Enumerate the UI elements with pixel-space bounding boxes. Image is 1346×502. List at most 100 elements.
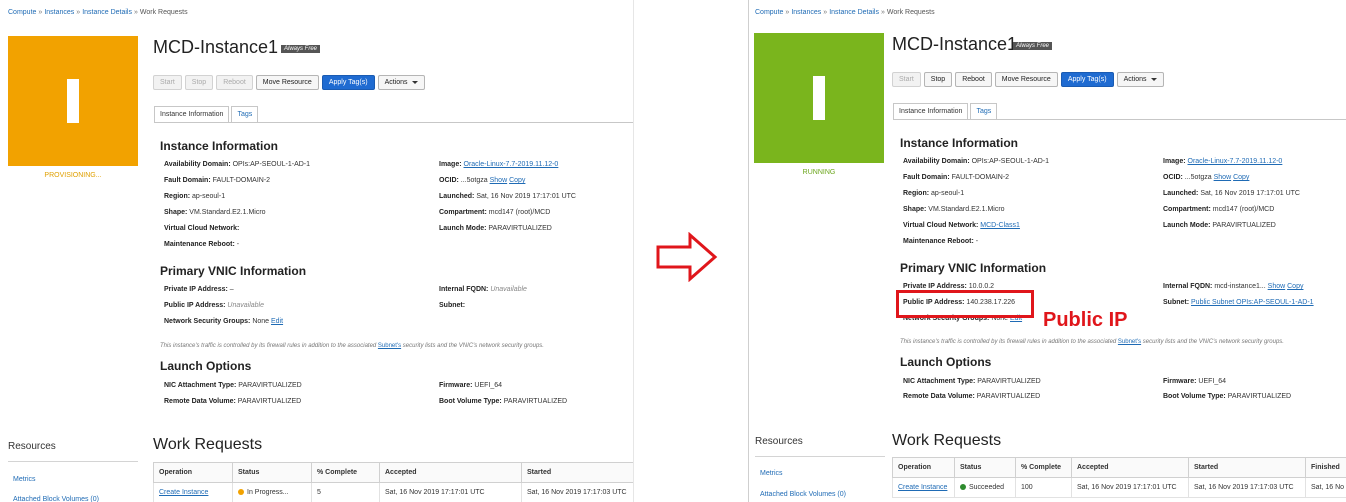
resource-block-volumes-link[interactable]: Attached Block Volumes (0) [760,491,846,498]
tab-bar: Instance Information Tags [154,106,260,122]
apply-tags-button[interactable]: Apply Tag(s) [1060,72,1114,87]
breadcrumb-compute[interactable]: Compute [8,9,36,16]
actions-dropdown[interactable]: Actions [1116,72,1164,87]
boot-volume-field: Boot Volume Type: PARAVIRTUALIZED [439,398,567,405]
subnet-value-link[interactable]: Public Subnet OPIs:AP-SEOUL-1-AD-1 [1191,299,1314,306]
tab-instance-information[interactable]: Instance Information [154,106,230,122]
stop-button[interactable]: Stop [184,75,214,90]
field-value: UEFI_64 [1198,378,1227,385]
col-finished[interactable]: Finished [1305,457,1346,478]
work-requests-table: Operation Status % Complete Accepted Sta… [892,457,1346,498]
launch-mode-field: Launch Mode: PARAVIRTUALIZED [439,225,552,232]
breadcrumb-instance-details[interactable]: Instance Details [82,9,132,16]
field-value: PARAVIRTUALIZED [1212,222,1276,229]
start-button[interactable]: Start [892,72,921,87]
reboot-button[interactable]: Reboot [955,72,992,87]
stop-button[interactable]: Stop [923,72,953,87]
field-label: Boot Volume Type: [439,398,502,405]
chevron-down-icon [1150,77,1157,81]
private-ip-field: Private IP Address: – [164,286,234,293]
firmware-field: Firmware: UEFI_64 [1163,378,1226,385]
col-operation[interactable]: Operation [153,462,233,483]
field-value: PARAVIRTUALIZED [237,398,302,405]
field-value: ...5otgza [1184,174,1212,181]
tab-instance-information[interactable]: Instance Information [893,103,969,119]
section-launch-options: Launch Options [900,355,992,369]
before-screenshot: Compute» Instances» Instance Details» Work … [0,0,634,502]
subnet-link[interactable]: Subnet's [378,343,401,349]
field-value: - [975,238,979,245]
col-accepted[interactable]: Accepted [1071,457,1189,478]
field-value: PARAVIRTUALIZED [1227,393,1292,400]
vcn-field: Virtual Cloud Network: [164,225,239,232]
field-value: PARAVIRTUALIZED [488,225,552,232]
note-text: This instance's traffic is controlled by… [900,339,1117,345]
fault-domain-field: Fault Domain: FAULT-DOMAIN-2 [164,177,270,184]
col-accepted[interactable]: Accepted [379,462,522,483]
ocid-show-link[interactable]: Show [1214,174,1232,181]
fqdn-show-link[interactable]: Show [1268,283,1286,290]
field-value: Sat, 16 Nov 2019 17:17:01 UTC [1200,190,1300,197]
ocid-show-link[interactable]: Show [490,177,508,184]
col-started[interactable]: Started [521,462,633,483]
actions-dropdown[interactable]: Actions [377,75,425,90]
image-link[interactable]: Oracle-Linux-7.7-2019.11.12-0 [1188,158,1283,165]
cell-status: Succeeded [954,477,1016,498]
subnet-link[interactable]: Subnet's [1118,339,1141,345]
breadcrumb-instances[interactable]: Instances [791,9,821,16]
col-complete[interactable]: % Complete [311,462,380,483]
image-field: Image: Oracle-Linux-7.7-2019.11.12-0 [439,161,558,168]
vcn-link[interactable]: MCD-Class1 [980,222,1020,229]
section-primary-vnic: Primary VNIC Information [900,261,1047,275]
internal-fqdn-field: Internal FQDN: mcd-instance1... Show Cop… [1163,283,1303,290]
col-started[interactable]: Started [1188,457,1306,478]
breadcrumb-compute[interactable]: Compute [755,9,783,16]
field-label: Image: [439,161,462,168]
ocid-copy-link[interactable]: Copy [1233,174,1249,181]
start-button[interactable]: Start [153,75,182,90]
field-value: ap-seoul-1 [192,193,226,200]
field-label: Public IP Address: [164,302,226,309]
fqdn-copy-link[interactable]: Copy [1287,283,1303,290]
col-operation[interactable]: Operation [892,457,955,478]
breadcrumb-current: Work Requests [886,9,935,16]
chevron-down-icon [411,80,418,84]
field-label: Firmware: [439,382,473,389]
apply-tags-button[interactable]: Apply Tag(s) [321,75,375,90]
field-value: ap-seoul-1 [931,190,965,197]
col-complete[interactable]: % Complete [1015,457,1072,478]
nsg-edit-link[interactable]: Edit [271,318,283,325]
col-status[interactable]: Status [232,462,312,483]
reboot-button[interactable]: Reboot [216,75,253,90]
instance-status-tile [8,36,138,166]
field-value: Sat, 16 Nov 2019 17:17:01 UTC [476,193,576,200]
tab-tags[interactable]: Tags [970,103,998,119]
field-label: Remote Data Volume: [903,393,975,400]
breadcrumb-instances[interactable]: Instances [44,9,74,16]
resource-metrics-link[interactable]: Metrics [13,476,36,483]
breadcrumb-instance-details[interactable]: Instance Details [829,9,879,16]
tab-tags[interactable]: Tags [231,106,259,122]
note-text: security lists and the VNIC's network se… [402,343,544,349]
tab-divider [893,119,1346,120]
resource-block-volumes-link[interactable]: Attached Block Volumes (0) [13,496,99,502]
ocid-copy-link[interactable]: Copy [509,177,525,184]
create-instance-link[interactable]: Create Instance [159,489,208,496]
move-resource-button[interactable]: Move Resource [255,75,319,90]
field-value: OPIs:AP-SEOUL-1-AD-1 [232,161,311,168]
field-label: Launched: [439,193,475,200]
field-value: FAULT-DOMAIN-2 [951,174,1010,181]
col-status[interactable]: Status [954,457,1016,478]
field-label: Launch Mode: [1163,222,1211,229]
field-label: Shape: [164,209,188,216]
create-instance-link[interactable]: Create Instance [898,484,947,491]
image-link[interactable]: Oracle-Linux-7.7-2019.11.12-0 [464,161,559,168]
launched-field: Launched: Sat, 16 Nov 2019 17:17:01 UTC [1163,190,1300,197]
cell-complete: 5 [311,482,380,502]
field-value: UEFI_64 [474,382,503,389]
private-ip-field: Private IP Address: 10.0.0.2 [903,283,994,290]
resource-metrics-link[interactable]: Metrics [760,470,783,477]
move-resource-button[interactable]: Move Resource [994,72,1058,87]
field-value: FAULT-DOMAIN-2 [212,177,271,184]
table-row: Create Instance In Progress... 5 Sat, 16… [153,482,633,502]
